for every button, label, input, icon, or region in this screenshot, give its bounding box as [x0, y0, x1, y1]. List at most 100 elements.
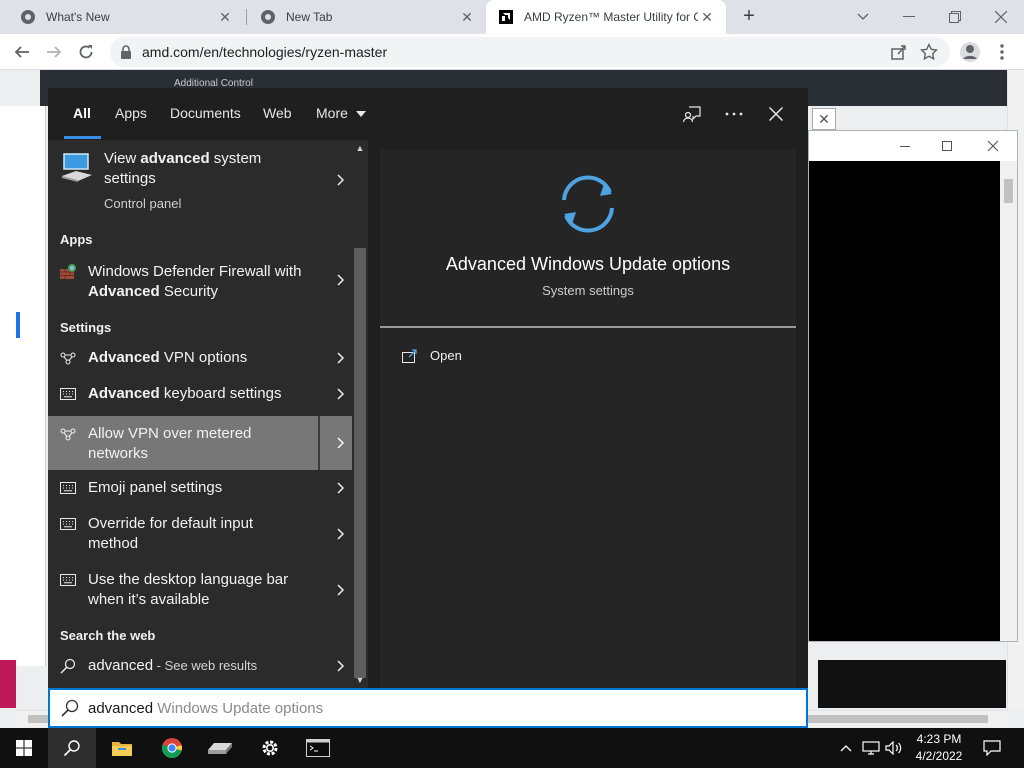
network-tray-icon[interactable] — [860, 728, 882, 768]
chrome-icon — [161, 738, 183, 759]
active-tab-indicator — [64, 136, 101, 139]
minimize-icon[interactable] — [895, 137, 915, 155]
section-apps-header: Apps — [60, 232, 93, 247]
taskbar-search-button[interactable] — [48, 728, 96, 768]
search-query[interactable]: advanced Windows Update options — [88, 700, 323, 717]
search-icon — [63, 740, 80, 757]
setting-result-keyboard[interactable]: Advanced keyboard settings — [48, 376, 352, 412]
results-scrollbar[interactable]: ▲ ▼ — [352, 140, 368, 688]
tab-web[interactable]: Web — [263, 105, 292, 121]
background-window-scrollbar[interactable] — [1000, 161, 1017, 641]
lock-icon — [121, 45, 131, 59]
setting-result-vpn-metered[interactable]: Allow VPN over metered networks — [48, 416, 352, 470]
chevron-right-icon[interactable] — [330, 522, 352, 546]
tab-apps[interactable]: Apps — [115, 105, 147, 121]
close-search-button[interactable] — [764, 102, 788, 126]
start-button[interactable] — [0, 728, 48, 768]
action-center-button[interactable] — [980, 728, 1004, 768]
keyboard-icon — [58, 384, 78, 404]
chevron-right-icon[interactable] — [330, 476, 352, 500]
tab-title: New Tab — [286, 10, 333, 24]
split-divider — [318, 416, 320, 470]
more-vertical-icon — [1000, 44, 1004, 60]
chrome-icon — [21, 10, 35, 24]
feedback-button[interactable] — [680, 102, 704, 126]
back-button[interactable] — [8, 38, 36, 66]
forward-button[interactable] — [40, 38, 68, 66]
reload-icon — [79, 45, 93, 59]
firewall-icon — [58, 262, 78, 282]
tab-documents[interactable]: Documents — [170, 105, 241, 121]
bookmark-star-icon[interactable] — [920, 43, 938, 61]
tab-more[interactable]: More — [316, 105, 366, 121]
browser-menu-button[interactable] — [988, 38, 1016, 66]
open-action-label: Open — [430, 348, 462, 363]
best-match-item[interactable]: View advanced system settings Control pa… — [48, 140, 352, 224]
browser-tab-amd[interactable]: AMD Ryzen™ Master Utility for C ✕ — [486, 0, 726, 34]
close-tab-icon[interactable]: ✕ — [458, 9, 476, 26]
tab-search-button[interactable] — [840, 0, 886, 34]
close-window-button[interactable] — [978, 0, 1024, 34]
browser-tab-whats-new[interactable]: What's New ✕ — [0, 0, 244, 34]
chevron-right-icon[interactable] — [330, 578, 352, 602]
profile-button[interactable] — [956, 38, 984, 66]
taskbar-terminal[interactable] — [294, 728, 342, 768]
close-tab-icon[interactable]: ✕ — [216, 9, 234, 26]
detail-divider — [380, 326, 796, 328]
keyboard-icon — [58, 478, 78, 498]
setting-result-label: Use the desktop language bar when it’s av… — [88, 571, 289, 608]
close-icon[interactable]: ✕ — [812, 108, 836, 130]
browser-tab-new-tab[interactable]: New Tab ✕ — [240, 0, 486, 34]
taskbar-chrome[interactable] — [148, 728, 196, 768]
chevron-right-icon[interactable] — [330, 268, 352, 292]
taskbar-drive[interactable] — [196, 728, 244, 768]
chevron-right-icon[interactable] — [330, 168, 352, 192]
minimize-button[interactable] — [886, 0, 932, 34]
scroll-down-icon[interactable]: ▼ — [352, 674, 368, 686]
setting-result-vpn-options[interactable]: Advanced VPN options — [48, 340, 352, 376]
best-match-title: View advanced system settings — [104, 150, 262, 187]
open-action[interactable]: Open — [402, 348, 462, 363]
chevron-right-icon[interactable] — [330, 382, 352, 406]
scroll-thumb[interactable] — [1004, 179, 1013, 203]
keyboard-icon — [58, 514, 78, 534]
chevron-right-icon[interactable] — [330, 346, 352, 370]
taskbar-file-explorer[interactable] — [98, 728, 146, 768]
setting-result-label: Advanced VPN options — [88, 349, 248, 366]
file-explorer-icon — [112, 742, 132, 756]
reload-button[interactable] — [72, 38, 100, 66]
show-hidden-icons[interactable] — [836, 728, 856, 768]
app-result-firewall[interactable]: Windows Defender Firewall with Advanced … — [48, 252, 352, 308]
scroll-thumb[interactable] — [354, 248, 366, 678]
search-query-completion: Windows Update options — [153, 700, 324, 717]
web-search-result[interactable]: advanced - See web results — [48, 648, 352, 684]
setting-result-emoji[interactable]: Emoji panel settings — [48, 470, 352, 506]
vpn-icon — [58, 348, 78, 368]
more-options-button[interactable] — [722, 102, 746, 126]
search-icon — [58, 656, 78, 676]
address-bar[interactable]: amd.com/en/technologies/ryzen-master — [110, 37, 950, 67]
site-banner — [0, 660, 16, 708]
scroll-up-icon[interactable]: ▲ — [352, 142, 368, 154]
share-icon[interactable] — [890, 43, 908, 61]
chevron-right-icon[interactable] — [330, 654, 352, 678]
close-tab-icon[interactable]: ✕ — [698, 9, 716, 26]
search-input[interactable]: advanced Windows Update options — [48, 688, 808, 728]
setting-result-input-method[interactable]: Override for default input method — [48, 506, 352, 562]
chevron-up-icon — [840, 745, 852, 752]
taskbar-clock[interactable]: 4:23 PM 4/2/2022 — [900, 731, 978, 765]
background-window — [808, 130, 1018, 642]
avatar-icon — [960, 42, 980, 62]
tab-all[interactable]: All — [73, 105, 91, 121]
maximize-icon[interactable] — [937, 137, 957, 155]
restore-button[interactable] — [932, 0, 978, 34]
setting-result-label: Allow VPN over metered networks — [88, 425, 252, 462]
clock-date: 4/2/2022 — [915, 749, 963, 763]
background-window-content — [809, 161, 1001, 641]
new-tab-button[interactable]: + — [738, 6, 760, 28]
setting-result-language-bar[interactable]: Use the desktop language bar when it’s av… — [48, 562, 352, 618]
settings-icon — [262, 740, 278, 756]
chevron-right-icon[interactable] — [330, 431, 352, 455]
taskbar-settings[interactable] — [246, 728, 294, 768]
close-icon[interactable] — [983, 137, 1003, 155]
